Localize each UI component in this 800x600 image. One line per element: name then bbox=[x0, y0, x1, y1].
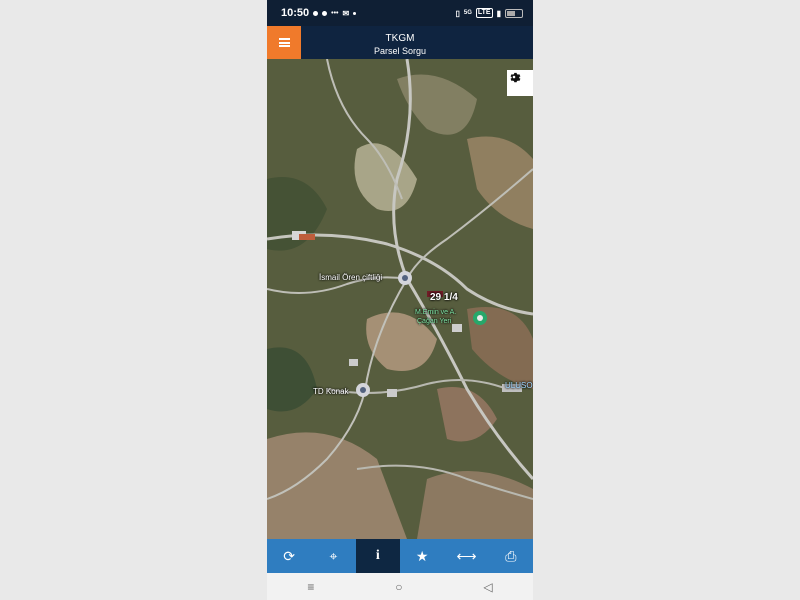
android-nav-bar: ≡ ○ ◁ bbox=[267, 573, 533, 600]
signal-icon: ▮ bbox=[496, 8, 501, 18]
map-label-memin-1: M.Emin ve A. bbox=[415, 309, 457, 316]
lte-badge: LTE bbox=[475, 8, 493, 18]
status-time: 10:50 bbox=[281, 7, 310, 19]
printer-icon: ⎙ bbox=[505, 547, 517, 564]
battery-icon bbox=[505, 8, 523, 18]
dot-icon bbox=[353, 11, 357, 15]
star-icon: ★ bbox=[415, 547, 429, 564]
measure-button[interactable]: ⟷ bbox=[444, 539, 488, 573]
recent-apps-icon[interactable]: ≡ bbox=[307, 580, 314, 594]
map-label-memin-2: Çağan Yeri bbox=[417, 318, 452, 325]
favorite-button[interactable]: ★ bbox=[400, 539, 444, 573]
phone-screen: 10:50 ••• ✉ ▯ 5G LTE ▮ TKGM Parsel Sorgu bbox=[267, 0, 533, 600]
back-icon[interactable]: ◁ bbox=[483, 580, 492, 594]
mail-icon: ✉ bbox=[342, 8, 350, 18]
info-button[interactable]: i bbox=[355, 539, 400, 573]
facebook-icon bbox=[322, 10, 328, 16]
map-label-ulusoy: ULUSO bbox=[505, 381, 533, 390]
map-imagery bbox=[267, 59, 533, 539]
home-icon[interactable]: ○ bbox=[395, 580, 402, 594]
app-subtitle: Parsel Sorgu bbox=[373, 46, 427, 56]
network-text: 5G bbox=[463, 10, 472, 16]
map-label-parcel: 29 1/4 bbox=[430, 292, 458, 303]
info-icon: i bbox=[375, 548, 380, 563]
more-notifications-icon: ••• bbox=[331, 9, 339, 17]
refresh-button[interactable]: ⟳ bbox=[267, 539, 311, 573]
gear-icon bbox=[510, 72, 521, 83]
print-button[interactable]: ⎙ bbox=[489, 539, 533, 573]
bottom-toolbar: ⟳ ⌖ i ★ ⟷ ⎙ bbox=[267, 539, 533, 573]
satellite-map[interactable]: İsmail Ören çiftliği 29 1/4 M.Emin ve A.… bbox=[267, 59, 533, 539]
map-label-ismail: İsmail Ören çiftliği bbox=[319, 273, 383, 282]
settings-button[interactable] bbox=[507, 70, 533, 96]
notification-icon bbox=[313, 10, 319, 16]
app-header: TKGM Parsel Sorgu bbox=[267, 26, 533, 59]
locate-button[interactable]: ⌖ bbox=[311, 539, 355, 573]
vibrate-icon: ▯ bbox=[455, 8, 460, 18]
map-label-konak: TD Konak bbox=[313, 387, 349, 396]
refresh-icon: ⟳ bbox=[283, 547, 296, 564]
status-bar: 10:50 ••• ✉ ▯ 5G LTE ▮ bbox=[267, 0, 533, 26]
arrows-horizontal-icon: ⟷ bbox=[456, 547, 477, 564]
app-title: TKGM bbox=[385, 33, 415, 44]
crosshair-icon: ⌖ bbox=[329, 547, 338, 564]
